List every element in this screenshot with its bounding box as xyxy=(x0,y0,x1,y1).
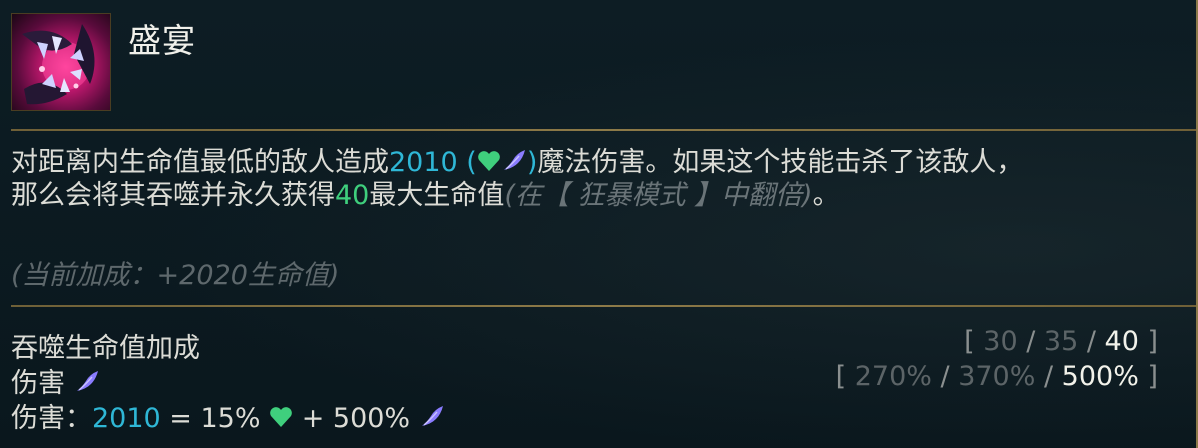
ability-power-icon xyxy=(419,404,445,435)
stat-devour-health-label: 吞噬生命值加成 xyxy=(11,333,200,364)
damage-value: 2010 () xyxy=(389,147,538,180)
health-icon xyxy=(269,404,293,435)
health-icon xyxy=(477,148,501,180)
ability-tooltip: 盛宴 对距离内生命值最低的敌人造成2010 ()魔法伤害。如果这个技能击杀了该敌… xyxy=(0,0,1198,448)
stat-damage-label: 伤害 xyxy=(11,361,100,400)
ability-description: 对距离内生命值最低的敌人造成2010 ()魔法伤害。如果这个技能击杀了该敌人， … xyxy=(11,147,1024,211)
top-divider xyxy=(11,129,1196,131)
damage-total: 2010 xyxy=(92,403,161,434)
ability-power-icon xyxy=(501,148,527,180)
description-text: 那么会将其吞噬并永久获得 xyxy=(11,179,335,211)
current-bonus: (当前加成：+2020生命值) xyxy=(11,260,340,291)
middle-divider xyxy=(11,305,1196,307)
frenzy-note: (在【 狂暴模式 】中翻倍) xyxy=(504,179,813,211)
stat-devour-health-ranks: [ 30 / 35 / 40 ] xyxy=(964,326,1158,357)
stat-damage-ranks: [ 270% / 370% / 500% ] xyxy=(835,361,1158,392)
stat-damage-formula: 伤害：2010 = 15% + 500% xyxy=(11,396,445,435)
ability-title: 盛宴 xyxy=(128,21,196,60)
description-text: 对距离内生命值最低的敌人造成 xyxy=(11,147,389,178)
health-gain-value: 40 xyxy=(335,179,370,211)
description-text: 魔法伤害。如果这个技能击杀了该敌人， xyxy=(537,147,1024,178)
description-text: 最大生命值 xyxy=(369,179,505,211)
feast-ability-icon xyxy=(11,13,111,111)
